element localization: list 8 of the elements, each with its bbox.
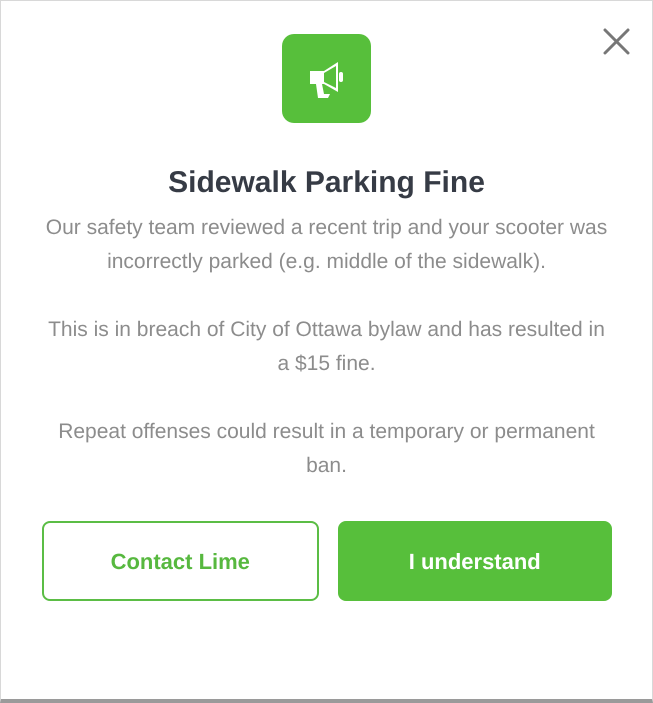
close-icon[interactable]: [603, 28, 630, 55]
megaphone-icon: [282, 34, 371, 123]
message-paragraph: Repeat offenses could result in a temporary or permanent ban.: [57, 419, 596, 479]
dialog-title: Sidewalk Parking Fine: [168, 165, 485, 201]
contact-button[interactable]: Contact Lime: [42, 521, 319, 601]
message-paragraph: Our safety team reviewed a recent trip and your scooter was incorrectly parked (e.g. middle of the sidewalk).: [44, 215, 608, 275]
message-paragraph: This is in breach of City of Ottawa bylaw and has resulted in a $15 fine.: [47, 317, 606, 377]
confirm-button[interactable]: I understand: [338, 521, 612, 601]
